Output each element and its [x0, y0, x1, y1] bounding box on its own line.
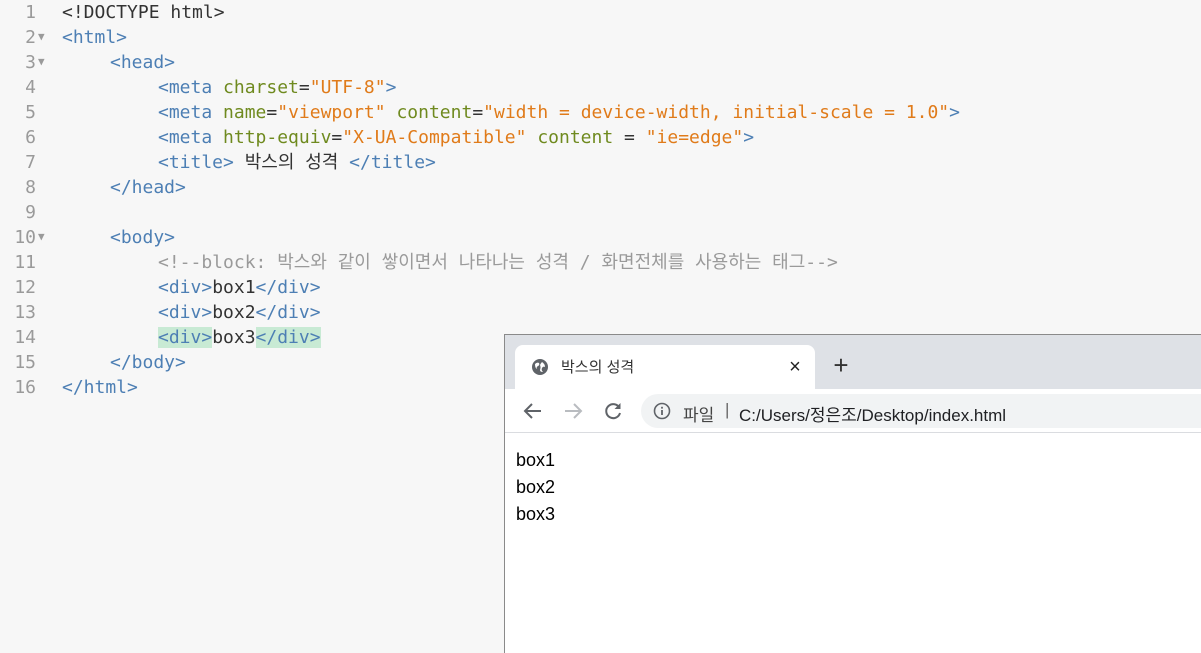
tab-title: 박스의 성격 — [561, 359, 635, 376]
code-text: <meta http-equiv="X-UA-Compatible" conte… — [158, 125, 754, 150]
code-token: > — [949, 102, 960, 123]
code-text: <div>box2</div> — [158, 300, 321, 325]
code-text: <div>box3</div> — [158, 325, 321, 350]
code-token: = — [472, 102, 484, 123]
line-number: 13 — [14, 302, 36, 323]
code-token: <div> — [158, 302, 213, 323]
code-token: > — [743, 127, 755, 148]
tab-close-icon[interactable]: × — [783, 355, 807, 379]
page-text-box2: box2 — [516, 477, 556, 497]
code-token: <body> — [110, 227, 176, 248]
line-number: 12 — [14, 277, 36, 298]
code-text: </body> — [110, 350, 186, 375]
line-number: 16 — [14, 377, 36, 398]
line-number: 10 — [14, 227, 36, 248]
line-number: 14 — [14, 327, 36, 348]
code-token: box3 — [212, 327, 256, 348]
code-token: > — [385, 77, 397, 98]
code-token: = — [298, 77, 310, 98]
code-token: charset — [223, 77, 299, 98]
code-token: = — [266, 102, 278, 123]
code-token: <!--block: 박스와 같이 쌓이면서 나타나는 성격 / 화면전체를 사… — [158, 252, 838, 273]
tab-strip: 박스의 성격 × + — [505, 335, 1201, 389]
line-number: 2 — [25, 27, 36, 48]
page-text-box3: box3 — [516, 504, 556, 524]
new-tab-icon[interactable]: + — [829, 352, 853, 378]
page-content: box1 box2 box3 — [505, 434, 1201, 653]
code-token: "UTF-8" — [309, 77, 386, 98]
code-token: <meta — [158, 102, 224, 123]
code-token: </title> — [349, 152, 436, 173]
code-text: <title> 박스의 성격 </title> — [158, 150, 436, 175]
line-number: 4 — [25, 77, 36, 98]
line-number: 15 — [14, 352, 36, 373]
code-token: box1 — [212, 277, 256, 298]
fold-toggle-icon[interactable]: ▼ — [38, 25, 52, 50]
page-text-box1: box1 — [516, 450, 556, 470]
code-token: "ie=edge" — [645, 127, 744, 148]
code-token: <title> — [158, 152, 234, 173]
code-token: </html> — [62, 377, 138, 398]
line-number: 6 — [25, 127, 36, 148]
code-token: </head> — [110, 177, 186, 198]
code-text: <body> — [110, 225, 175, 250]
line-number: 3 — [25, 52, 36, 73]
code-token: </div> — [255, 277, 321, 298]
address-bar[interactable]: 파일 | C:/Users/정은조/Desktop/index.html — [641, 394, 1201, 428]
forward-arrow-icon[interactable] — [561, 399, 585, 423]
fold-toggle-icon[interactable]: ▼ — [38, 225, 52, 250]
code-text: </head> — [110, 175, 186, 200]
code-token: <meta — [158, 127, 224, 148]
line-number: 1 — [25, 2, 36, 23]
code-token: </body> — [110, 352, 186, 373]
line-number: 7 — [25, 152, 36, 173]
browser-window: 박스의 성격 × + 파일 | C:/Users/정은조/Desktop/ind… — [504, 334, 1201, 653]
code-token: http-equiv — [223, 127, 332, 148]
code-token: </div> — [255, 327, 321, 348]
code-text: <html> — [62, 25, 127, 50]
code-text: <!--block: 박스와 같이 쌓이면서 나타나는 성격 / 화면전체를 사… — [158, 250, 838, 275]
code-token: content — [537, 127, 614, 148]
code-text: <meta name="viewport" content="width = d… — [158, 100, 960, 125]
back-arrow-icon[interactable] — [521, 399, 545, 423]
reload-icon[interactable] — [601, 399, 625, 423]
code-token: name — [223, 102, 267, 123]
fold-toggle-icon[interactable]: ▼ — [38, 50, 52, 75]
url-separator: | — [725, 400, 730, 419]
line-number: 8 — [25, 177, 36, 198]
code-token: <div> — [158, 277, 213, 298]
code-token: = — [613, 127, 646, 148]
url-text[interactable]: C:/Users/정은조/Desktop/index.html — [739, 401, 1006, 426]
browser-tab[interactable]: 박스의 성격 × — [515, 345, 815, 389]
code-token: "X-UA-Compatible" — [342, 127, 527, 148]
code-token: "width = device-width, initial-scale = 1… — [483, 102, 950, 123]
code-token: 박스의 성격 — [233, 152, 350, 173]
code-text: </html> — [62, 375, 138, 400]
line-number: 5 — [25, 102, 36, 123]
browser-toolbar: 파일 | C:/Users/정은조/Desktop/index.html — [505, 389, 1201, 433]
code-token: </div> — [255, 302, 321, 323]
code-token: <div> — [158, 327, 213, 348]
globe-icon — [532, 359, 548, 375]
code-token: <head> — [110, 52, 176, 73]
code-token: box2 — [212, 302, 256, 323]
code-text: <!DOCTYPE html> — [62, 0, 225, 25]
code-text: <meta charset="UTF-8"> — [158, 75, 396, 100]
line-number: 11 — [14, 252, 36, 273]
code-token: <meta — [158, 77, 224, 98]
screen: 1 <!DOCTYPE html> 2 ▼ <html> 3 ▼ <head> 4 <meta c… — [0, 0, 1201, 653]
url-scheme-label: 파일 — [683, 406, 715, 425]
code-token: content — [396, 102, 473, 123]
code-text: <div>box1</div> — [158, 275, 321, 300]
code-token: "viewport" — [277, 102, 386, 123]
code-token: <html> — [62, 27, 128, 48]
line-number: 9 — [25, 202, 36, 223]
info-icon[interactable] — [653, 402, 671, 420]
code-token: = — [331, 127, 343, 148]
code-text: <head> — [110, 50, 175, 75]
code-token: <!DOCTYPE html> — [62, 2, 225, 23]
